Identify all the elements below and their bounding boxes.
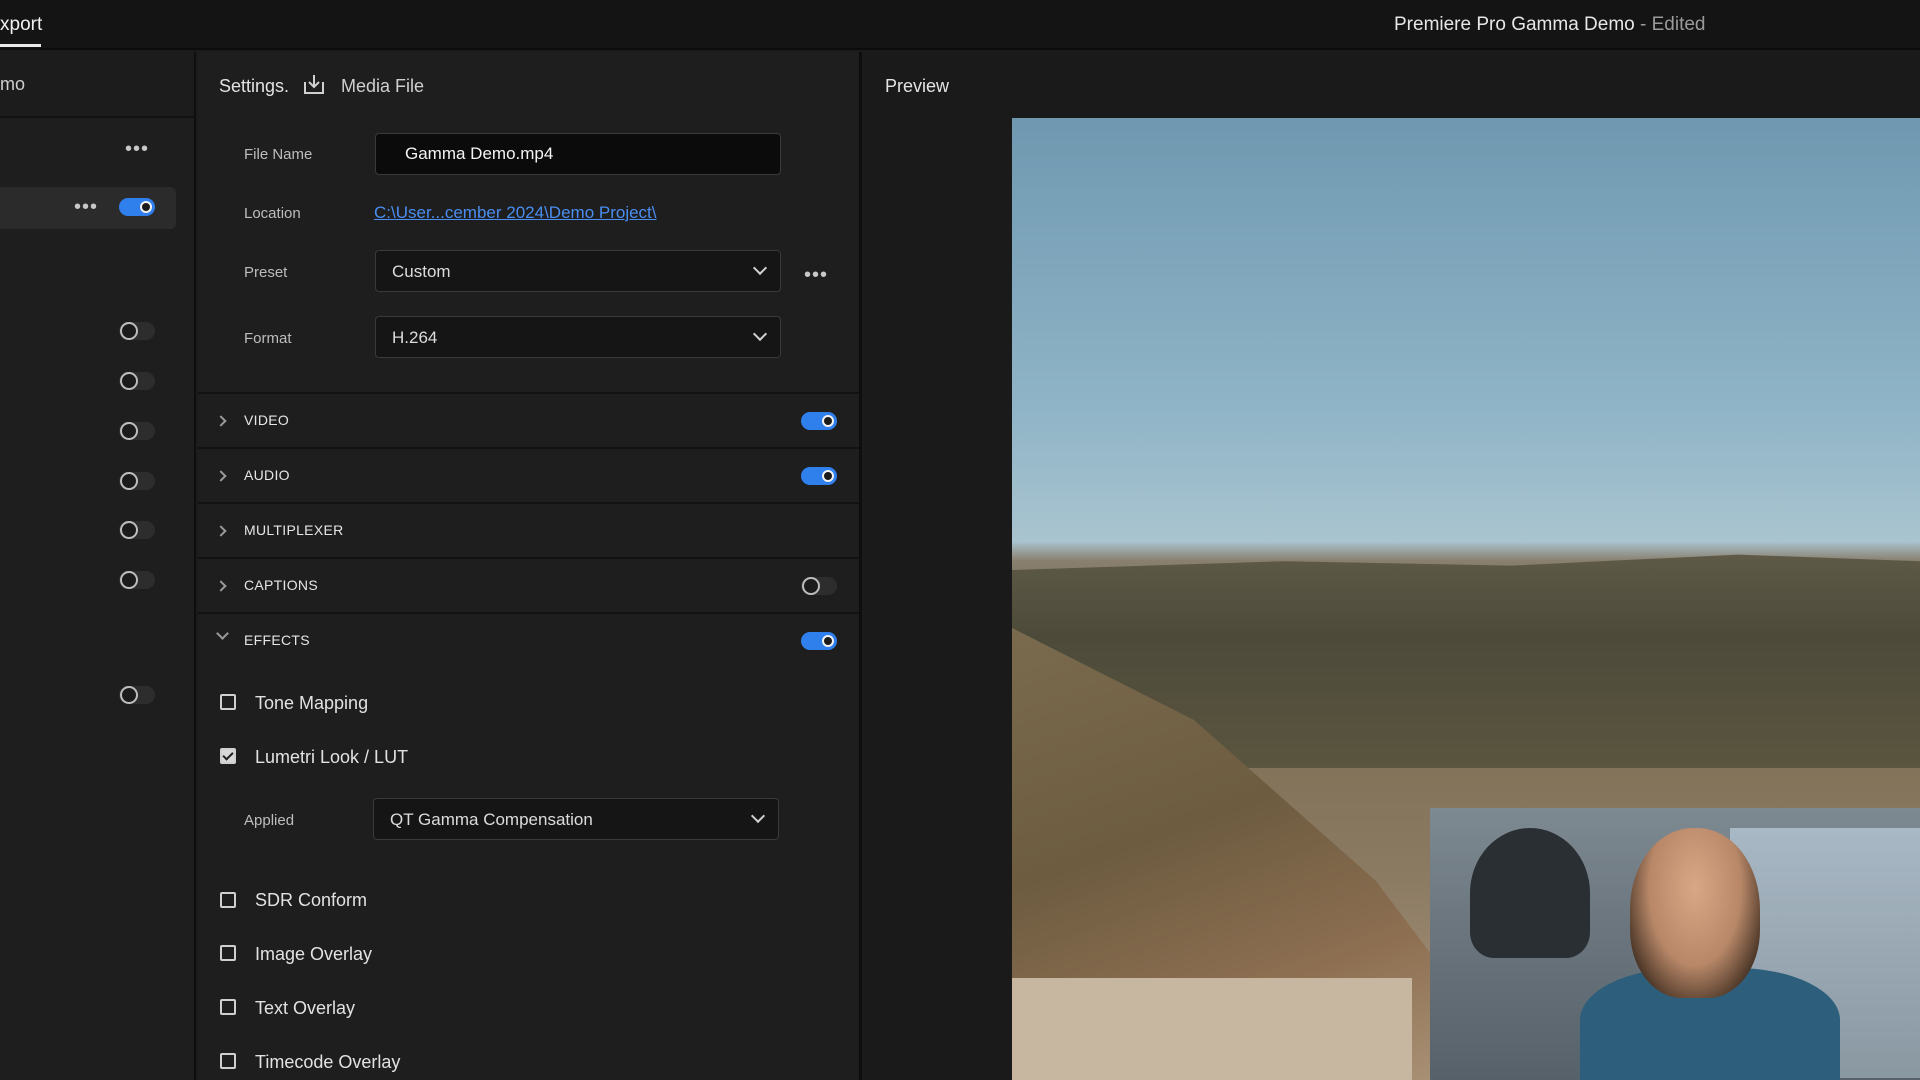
section-effects[interactable]: EFFECTS [198,612,859,667]
text-overlay-label: Text Overlay [255,998,356,1018]
format-dropdown[interactable]: H.264 [375,316,781,358]
applied-dropdown[interactable]: QT Gamma Compensation [373,798,779,840]
section-effects-label: EFFECTS [244,632,310,648]
audio-toggle[interactable] [801,467,837,485]
chevron-right-icon [215,470,227,482]
source-toggle-4[interactable] [119,422,155,440]
chevron-right-icon [215,415,227,427]
tab-export[interactable]: xport [0,14,42,36]
location-link[interactable]: C:\User...cember 2024\Demo Project\ [374,203,657,223]
source-toggle-5[interactable] [119,472,155,490]
section-audio-label: AUDIO [244,467,290,483]
format-value: H.264 [392,328,438,347]
source-panel-header: mo [0,52,194,118]
project-title-text: Premiere Pro Gamma Demo [1394,14,1635,35]
lumetri-checkbox[interactable] [220,748,236,764]
tone-mapping-checkbox[interactable] [220,694,236,710]
tone-mapping-label: Tone Mapping [255,693,369,713]
timecode-overlay-label: Timecode Overlay [255,1052,401,1072]
captions-toggle[interactable] [801,577,837,595]
file-name-label: File Name [244,146,313,163]
softbox-light [1470,828,1590,958]
chevron-right-icon [215,580,227,592]
chevron-down-icon [216,627,229,640]
timecode-overlay-checkbox[interactable] [220,1053,236,1069]
source-name: mo [0,74,26,94]
source-toggle-7[interactable] [119,571,155,589]
chevron-down-icon [752,326,768,342]
image-overlay-checkbox[interactable] [220,945,236,961]
source-toggle-1[interactable] [119,198,155,216]
foreground-ground [1012,978,1412,1080]
source-more-options-icon[interactable]: ••• [125,139,149,159]
webcam-overlay [1430,808,1920,1080]
image-overlay-label: Image Overlay [255,944,373,964]
applied-value: QT Gamma Compensation [390,810,593,829]
chevron-down-icon [750,808,766,824]
section-captions[interactable]: CAPTIONS [198,557,859,612]
preview-title: Preview [885,76,950,96]
section-video[interactable]: VIDEO [198,392,859,447]
settings-header: Settings. [219,76,290,96]
section-captions-label: CAPTIONS [244,577,318,593]
video-toggle[interactable] [801,412,837,430]
media-file-label: Media File [341,76,425,96]
preset-dropdown[interactable]: Custom [375,250,781,292]
chevron-down-icon [752,260,768,276]
effects-toggle[interactable] [801,632,837,650]
source-toggle-6[interactable] [119,521,155,539]
sdr-conform-label: SDR Conform [255,890,368,910]
edited-indicator: - Edited [1634,14,1706,35]
preview-frame[interactable] [1012,118,1920,1080]
chevron-right-icon [215,525,227,537]
sdr-conform-checkbox[interactable] [220,892,236,908]
settings-panel: Settings. Media File File Name Location … [198,52,862,1080]
preset-label: Preset [244,264,288,281]
source-toggle-8[interactable] [119,686,155,704]
source-toggle-3[interactable] [119,372,155,390]
section-multiplexer-label: MULTIPLEXER [244,522,344,538]
location-label: Location [244,205,301,222]
preset-more-options-icon[interactable]: ••• [804,265,828,285]
top-bar: xport Premiere Pro Gamma Demo - Edited [0,0,1920,50]
file-name-input[interactable] [375,133,781,175]
section-multiplexer[interactable]: MULTIPLEXER [198,502,859,557]
applied-label: Applied [244,812,295,829]
active-tab-indicator [0,44,41,47]
row-more-options-icon[interactable]: ••• [74,197,98,217]
section-audio[interactable]: AUDIO [198,447,859,502]
source-toggle-2[interactable] [119,322,155,340]
export-media-icon [304,75,324,94]
lumetri-label: Lumetri Look / LUT [255,747,409,767]
source-panel: mo ••• ••• [0,52,196,1080]
text-overlay-checkbox[interactable] [220,999,236,1015]
preset-value: Custom [392,262,451,281]
project-title: Premiere Pro Gamma Demo - Edited [1394,14,1706,36]
preview-panel: Preview [865,52,1920,1080]
section-video-label: VIDEO [244,412,290,428]
format-label: Format [244,330,292,347]
presenter-head [1630,828,1760,998]
